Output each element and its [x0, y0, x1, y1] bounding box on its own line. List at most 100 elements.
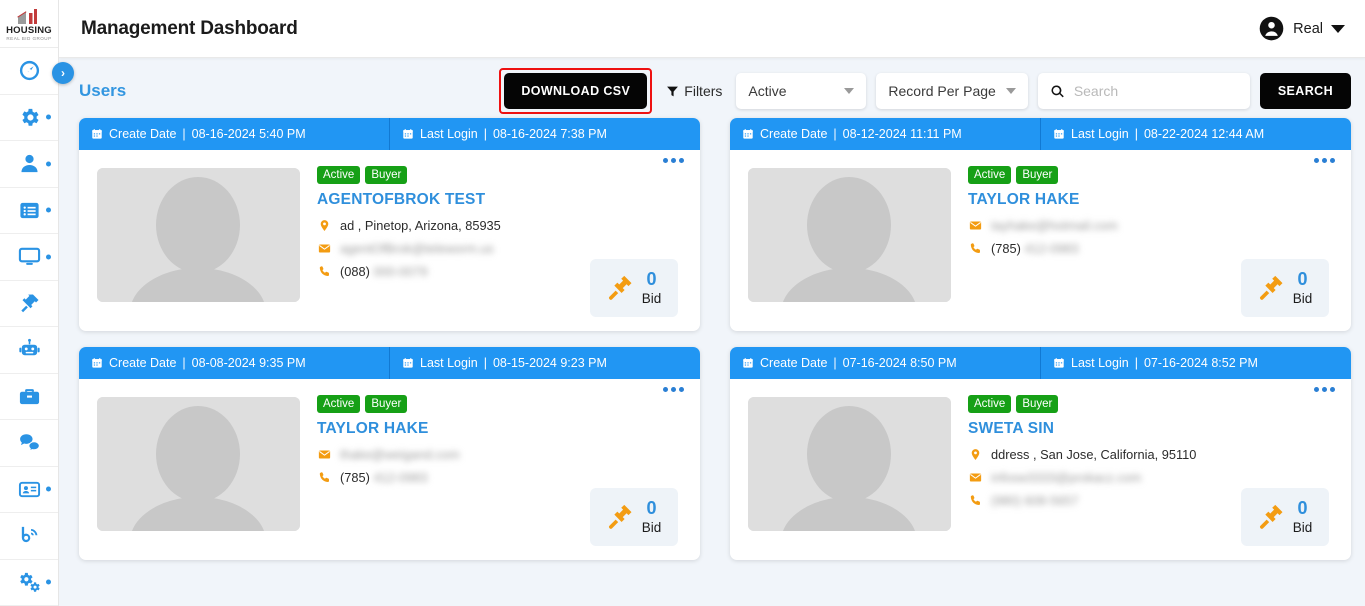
status-badges: Active Buyer [968, 395, 1337, 413]
content-area: Users DOWNLOAD CSV Filters Active Record… [59, 58, 1365, 606]
separator: | [833, 356, 837, 370]
sidebar-dot [46, 254, 51, 260]
sidebar-dot [46, 579, 51, 585]
gears-icon [18, 571, 41, 594]
avatar [748, 397, 951, 531]
user-address: ddress , San Jose, California, 95110 [991, 447, 1197, 462]
sidebar-item-dashboard[interactable] [0, 48, 58, 95]
bid-count-box[interactable]: 0 Bid [590, 488, 678, 546]
user-address-row: ddress , San Jose, California, 95110 [968, 447, 1337, 462]
user-email: agentOfBrok@teleworm.us [340, 241, 494, 256]
user-phone: (785) 412-0983 [340, 470, 428, 485]
status-badge: Active [968, 395, 1012, 413]
sidebar-expand-button[interactable]: › [52, 62, 74, 84]
sidebar-item-configuration[interactable] [0, 560, 58, 606]
user-card: Create Date | 08-08-2024 9:35 PM Last Lo… [79, 347, 700, 560]
last-login-cell: Last Login | 08-15-2024 9:23 PM [390, 347, 700, 379]
card-body: Active Buyer AGENTOFBROK TEST ad , Pinet… [79, 150, 700, 331]
card-header: Create Date | 07-16-2024 8:50 PM Last Lo… [730, 347, 1351, 379]
user-name-link[interactable]: SWETA SIN [968, 420, 1337, 438]
bid-label: Bid [1292, 291, 1313, 307]
bid-text: 0 Bid [642, 499, 662, 535]
record-per-page-select[interactable]: Record Per Page [876, 73, 1028, 109]
avatar [97, 397, 300, 531]
envelope-icon [317, 448, 331, 461]
user-email-row: agentOfBrok@teleworm.us [317, 241, 686, 256]
sidebar-item-users[interactable] [0, 141, 58, 188]
envelope-icon [968, 219, 982, 232]
bid-count-box[interactable]: 0 Bid [1241, 259, 1329, 317]
search-input[interactable] [1073, 83, 1238, 99]
envelope-icon [317, 242, 331, 255]
user-name-link[interactable]: AGENTOFBROK TEST [317, 191, 686, 209]
status-badge: Active [317, 166, 361, 184]
phone-icon [968, 242, 982, 255]
sidebar-item-contacts[interactable] [0, 467, 58, 513]
create-date-cell: Create Date | 08-12-2024 11:11 PM [730, 118, 1041, 150]
search-button[interactable]: SEARCH [1259, 73, 1351, 109]
sidebar-item-auctions[interactable] [0, 281, 58, 327]
blog-icon [18, 524, 41, 547]
last-login-value: 08-16-2024 7:38 PM [492, 127, 607, 141]
sidebar-item-settings[interactable] [0, 95, 58, 141]
chevron-down-icon[interactable] [1331, 24, 1345, 33]
user-phone-redacted: 000-0079 [373, 264, 428, 279]
bid-count-box[interactable]: 0 Bid [1241, 488, 1329, 546]
sidebar-item-jobs[interactable] [0, 374, 58, 420]
separator: | [182, 127, 186, 141]
user-phone-visible: (088) [340, 264, 370, 279]
last-login-cell: Last Login | 08-22-2024 12:44 AM [1041, 118, 1351, 150]
sidebar-item-listings[interactable] [0, 188, 58, 234]
bid-text: 0 Bid [1293, 270, 1313, 306]
calendar-icon [1053, 357, 1065, 369]
status-select[interactable]: Active [736, 73, 867, 109]
user-icon [18, 152, 41, 175]
separator: | [182, 356, 186, 370]
sidebar-item-bots[interactable] [0, 327, 58, 374]
sidebar: HOUSING REAL BID GROUP [0, 0, 59, 606]
calendar-icon [91, 128, 103, 140]
filters-button[interactable]: Filters [662, 83, 726, 99]
user-email-row: infosw3333@prokacz.com [968, 470, 1337, 485]
separator: | [1134, 356, 1138, 370]
sidebar-nav [0, 48, 58, 606]
status-badges: Active Buyer [317, 166, 686, 184]
briefcase-icon [18, 385, 41, 408]
bid-count-box[interactable]: 0 Bid [590, 259, 678, 317]
sidebar-item-monitor[interactable] [0, 234, 58, 281]
user-name-link[interactable]: TAYLOR HAKE [968, 191, 1337, 209]
brand-name: HOUSING [6, 24, 52, 36]
bid-label: Bid [641, 520, 662, 536]
user-email-row: tayhake@hotmail.com [968, 218, 1337, 233]
card-header: Create Date | 08-08-2024 9:35 PM Last Lo… [79, 347, 700, 379]
user-card: Create Date | 08-12-2024 11:11 PM Last L… [730, 118, 1351, 331]
status-select-value: Active [748, 83, 787, 99]
brand-logo[interactable]: HOUSING REAL BID GROUP [0, 0, 58, 48]
bid-label: Bid [641, 291, 662, 307]
sidebar-item-messages[interactable] [0, 420, 58, 467]
bid-text: 0 Bid [642, 270, 662, 306]
card-body: Active Buyer TAYLOR HAKE thake@weigand.c… [79, 379, 700, 560]
page-title: Management Dashboard [81, 17, 298, 39]
card-header: Create Date | 08-16-2024 5:40 PM Last Lo… [79, 118, 700, 150]
user-email: infosw3333@prokacz.com [991, 470, 1142, 485]
search-box[interactable] [1037, 73, 1250, 109]
housing-building-icon [16, 8, 42, 25]
download-csv-highlight: DOWNLOAD CSV [499, 68, 653, 114]
bid-count: 0 [1297, 269, 1308, 290]
sidebar-item-blog[interactable] [0, 513, 58, 560]
user-menu[interactable]: Real [1258, 15, 1345, 42]
user-name-link[interactable]: TAYLOR HAKE [317, 420, 686, 438]
toolbar-controls: DOWNLOAD CSV Filters Active Record Per P… [499, 68, 1351, 114]
chat-icon [18, 431, 41, 454]
location-pin-icon [968, 448, 982, 461]
filters-label: Filters [684, 83, 723, 99]
download-csv-button[interactable]: DOWNLOAD CSV [504, 73, 648, 109]
role-badge: Buyer [1016, 395, 1059, 413]
user-phone-redacted: 412-0983 [373, 470, 428, 485]
role-badge: Buyer [365, 395, 408, 413]
sidebar-dot [46, 207, 51, 213]
record-per-page-value: Record Per Page [888, 83, 996, 99]
user-info: Active Buyer TAYLOR HAKE tayhake@hotmail… [951, 162, 1337, 321]
separator: | [483, 356, 487, 370]
